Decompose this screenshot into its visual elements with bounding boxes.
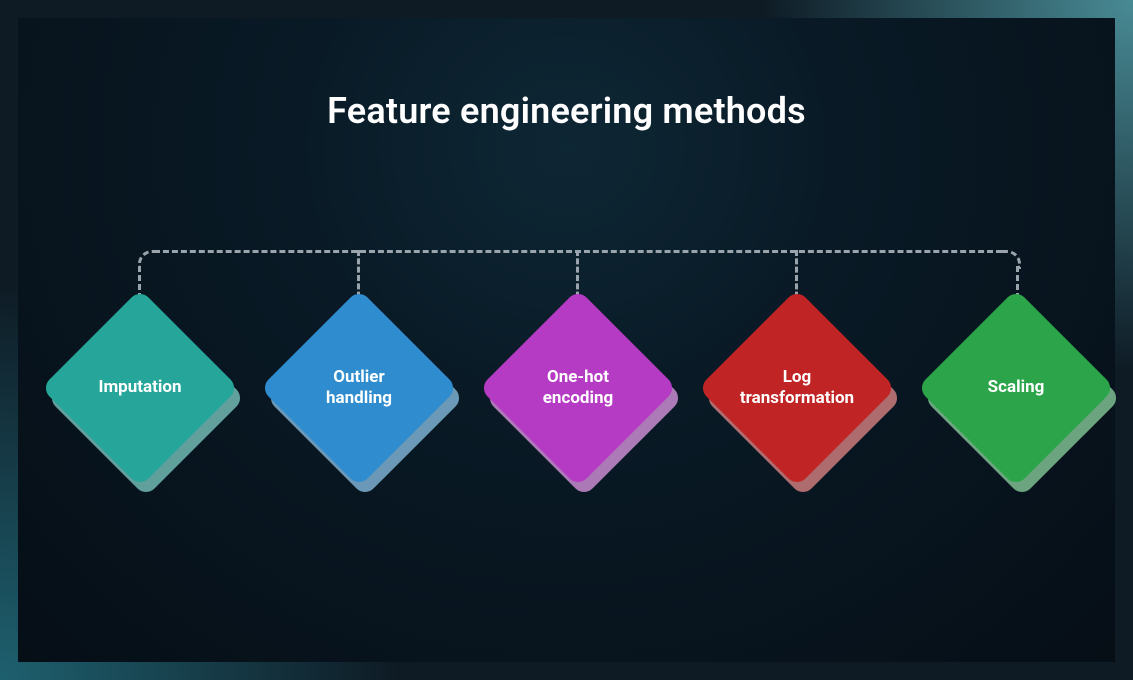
node-outlier-handling: Outlier handling [289,318,429,458]
node-label: One-hot encoding [508,318,648,458]
node-label: Imputation [70,318,210,458]
node-label: Outlier handling [289,318,429,458]
node-imputation: Imputation [70,318,210,458]
node-scaling: Scaling [946,318,1086,458]
node-log-transformation: Log transformation [727,318,867,458]
node-one-hot-encoding: One-hot encoding [508,318,648,458]
diagram-panel: Feature engineering methods Impu [18,18,1115,662]
figure-frame: Feature engineering methods Impu [0,0,1133,680]
node-label: Log transformation [727,318,867,458]
diamond-row: Imputation Outlier handling One-hot enco… [18,18,1115,662]
node-label: Scaling [946,318,1086,458]
